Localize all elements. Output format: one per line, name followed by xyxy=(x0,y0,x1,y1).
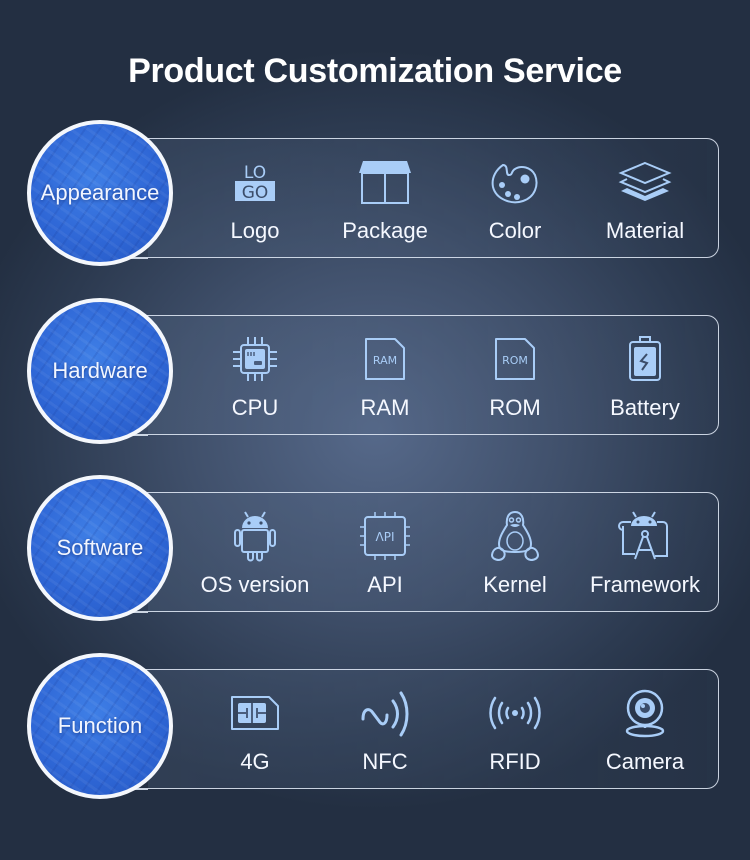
option-label: RFID xyxy=(489,749,541,774)
rfid-signal-icon xyxy=(487,689,543,737)
battery-icon xyxy=(617,335,673,383)
svg-text:RAM: RAM xyxy=(373,354,397,367)
category-row-software: Software OS version ΛPI API Kernel Frame… xyxy=(0,475,750,672)
option-label: API xyxy=(367,572,403,597)
svg-text:GO: GO xyxy=(242,183,269,203)
package-box-icon xyxy=(357,158,413,206)
option-label: OS version xyxy=(200,572,310,597)
svg-text:LO: LO xyxy=(244,163,266,183)
option-ram[interactable]: RAM RAM xyxy=(320,315,450,433)
category-badge-hardware: Hardware xyxy=(27,298,173,444)
category-label: Appearance xyxy=(40,180,160,205)
option-label: NFC xyxy=(362,749,408,774)
option-label: ROM xyxy=(489,395,541,420)
option-nfc[interactable]: NFC xyxy=(320,669,450,787)
category-row-function: Function 4G NFC RFID Camera xyxy=(0,653,750,849)
option-api[interactable]: ΛPI API xyxy=(320,492,450,610)
option-kernel[interactable]: Kernel xyxy=(450,492,580,610)
option-label: Kernel xyxy=(483,572,547,597)
option-framework[interactable]: Framework xyxy=(580,492,710,610)
svg-text:ROM: ROM xyxy=(502,354,528,367)
option-rfid[interactable]: RFID xyxy=(450,669,580,787)
option-material[interactable]: Material xyxy=(580,138,710,256)
option-logo[interactable]: LO GO Logo xyxy=(190,138,320,256)
option-label: CPU xyxy=(231,395,279,420)
option-label: 4G xyxy=(240,749,270,774)
logo-icon: LO GO xyxy=(227,158,283,206)
option-cpu[interactable]: CPU xyxy=(190,315,320,433)
option-os-version[interactable]: OS version xyxy=(190,492,320,610)
linux-penguin-icon xyxy=(487,510,543,562)
option-rom[interactable]: ROM ROM xyxy=(450,315,580,433)
option-label: Logo xyxy=(230,218,280,243)
option-package[interactable]: Package xyxy=(320,138,450,256)
nfc-icon xyxy=(357,689,413,737)
webcam-icon xyxy=(617,689,673,738)
option-label: Camera xyxy=(605,749,685,774)
option-label: RAM xyxy=(360,395,410,420)
option-battery[interactable]: Battery xyxy=(580,315,710,433)
sim-card-icon xyxy=(227,689,283,737)
category-label: Software xyxy=(56,535,144,560)
api-chip-icon: ΛPI xyxy=(357,512,413,560)
category-label: Function xyxy=(57,713,143,738)
option-label: Battery xyxy=(610,395,680,420)
page-title: Product Customization Service xyxy=(128,52,622,90)
option-label: Material xyxy=(605,218,685,243)
option-label: Framework xyxy=(589,572,700,597)
category-badge-software: Software xyxy=(27,475,173,621)
android-icon xyxy=(227,511,283,562)
option-label: Package xyxy=(342,218,428,243)
option-4g[interactable]: 4G xyxy=(190,669,320,787)
category-badge-function: Function xyxy=(27,653,173,799)
layers-icon xyxy=(617,158,673,206)
svg-text:ΛPI: ΛPI xyxy=(376,530,395,544)
category-badge-appearance: Appearance xyxy=(27,120,173,266)
palette-icon xyxy=(487,158,543,206)
option-color[interactable]: Color xyxy=(450,138,580,256)
rom-card-icon: ROM xyxy=(487,335,543,383)
ram-card-icon: RAM xyxy=(357,335,413,383)
category-row-hardware: Hardware CPU RAM RAM ROM ROM Battery xyxy=(0,298,750,495)
option-camera[interactable]: Camera xyxy=(580,669,710,787)
category-label: Hardware xyxy=(52,358,148,383)
cpu-chip-icon xyxy=(227,335,283,383)
android-studio-icon xyxy=(617,511,673,560)
option-label: Color xyxy=(488,218,542,243)
category-row-appearance: Appearance LO GO Logo Package Color Mate… xyxy=(0,120,750,318)
